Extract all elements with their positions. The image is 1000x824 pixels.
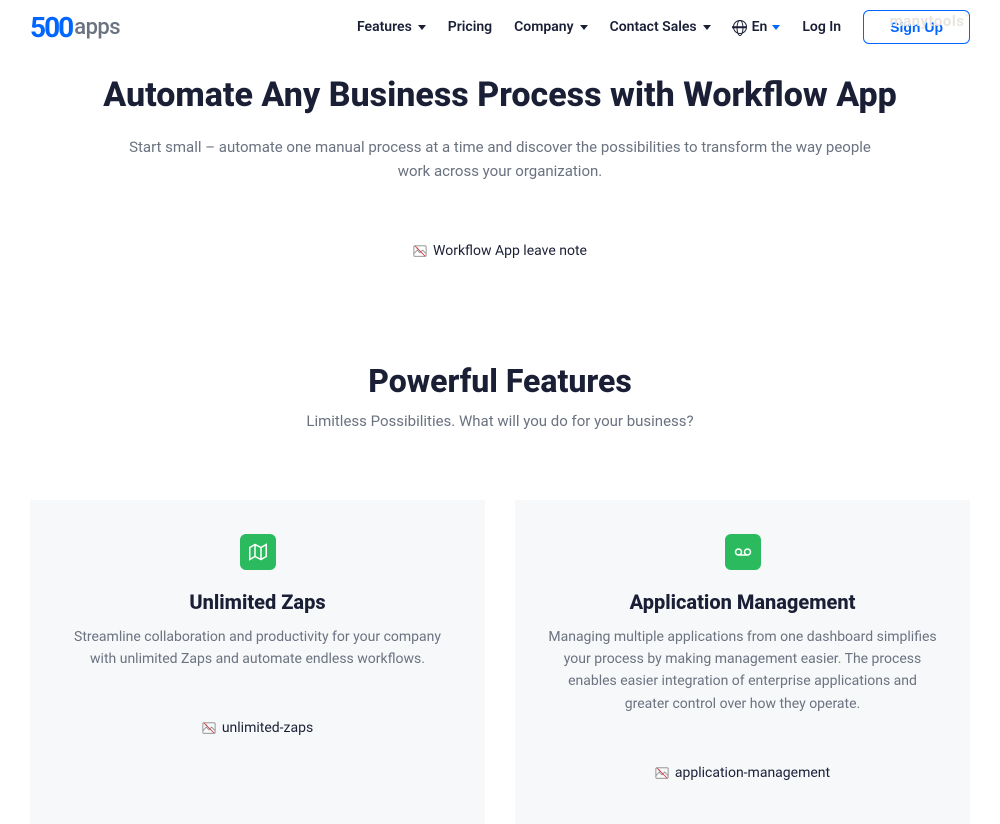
nav-features-label: Features: [357, 19, 412, 35]
broken-image-placeholder: Workflow App leave note: [413, 243, 587, 259]
feature-card-desc: Streamline collaboration and productivit…: [60, 626, 455, 671]
header: 500apps Features Pricing Company Contact…: [0, 0, 1000, 54]
feature-card-desc: Managing multiple applications from one …: [545, 626, 940, 716]
nav-pricing-label: Pricing: [448, 19, 492, 35]
broken-image-alt: application-management: [675, 765, 830, 781]
voicemail-icon: [725, 534, 761, 570]
nav-contact-sales[interactable]: Contact Sales: [610, 19, 711, 35]
chevron-down-icon: [580, 25, 588, 30]
nav: Features Pricing Company Contact Sales E…: [357, 10, 970, 44]
feature-card-title: Application Management: [545, 590, 940, 614]
signup-button[interactable]: Sign Up: [863, 10, 970, 44]
login-link[interactable]: Log In: [802, 19, 841, 35]
nav-features[interactable]: Features: [357, 19, 426, 35]
nav-contact-label: Contact Sales: [610, 19, 697, 35]
nav-company-label: Company: [514, 19, 573, 35]
broken-image-placeholder: application-management: [655, 765, 830, 781]
nav-pricing[interactable]: Pricing: [448, 19, 492, 35]
feature-card-title: Unlimited Zaps: [60, 590, 455, 614]
features-section-header: Powerful Features Limitless Possibilitie…: [0, 362, 1000, 430]
broken-image-icon: [202, 721, 216, 735]
broken-image-icon: [413, 244, 427, 258]
language-selector[interactable]: En: [733, 19, 781, 35]
broken-image-alt: Workflow App leave note: [433, 243, 587, 259]
map-icon: [240, 534, 276, 570]
nav-company[interactable]: Company: [514, 19, 587, 35]
broken-image-placeholder: unlimited-zaps: [202, 720, 313, 736]
features-title: Powerful Features: [0, 362, 1000, 400]
hero-section: Automate Any Business Process with Workf…: [0, 54, 1000, 262]
feature-card-unlimited-zaps: Unlimited Zaps Streamline collaboration …: [30, 500, 485, 824]
chevron-down-icon: [418, 25, 426, 30]
logo-prefix: 500: [30, 11, 72, 44]
chevron-down-icon: [772, 25, 780, 30]
feature-card-app-management: Application Management Managing multiple…: [515, 500, 970, 824]
language-label: En: [752, 19, 768, 35]
hero-title: Automate Any Business Process with Workf…: [80, 74, 920, 117]
feature-grid: Unlimited Zaps Streamline collaboration …: [0, 500, 1000, 824]
globe-icon: [733, 20, 747, 34]
broken-image-alt: unlimited-zaps: [222, 720, 313, 736]
features-subtitle: Limitless Possibilities. What will you d…: [0, 412, 1000, 430]
logo[interactable]: 500apps: [30, 11, 120, 44]
broken-image-icon: [655, 766, 669, 780]
hero-subtitle: Start small – automate one manual proces…: [120, 135, 880, 183]
chevron-down-icon: [703, 25, 711, 30]
logo-suffix: apps: [74, 15, 120, 40]
